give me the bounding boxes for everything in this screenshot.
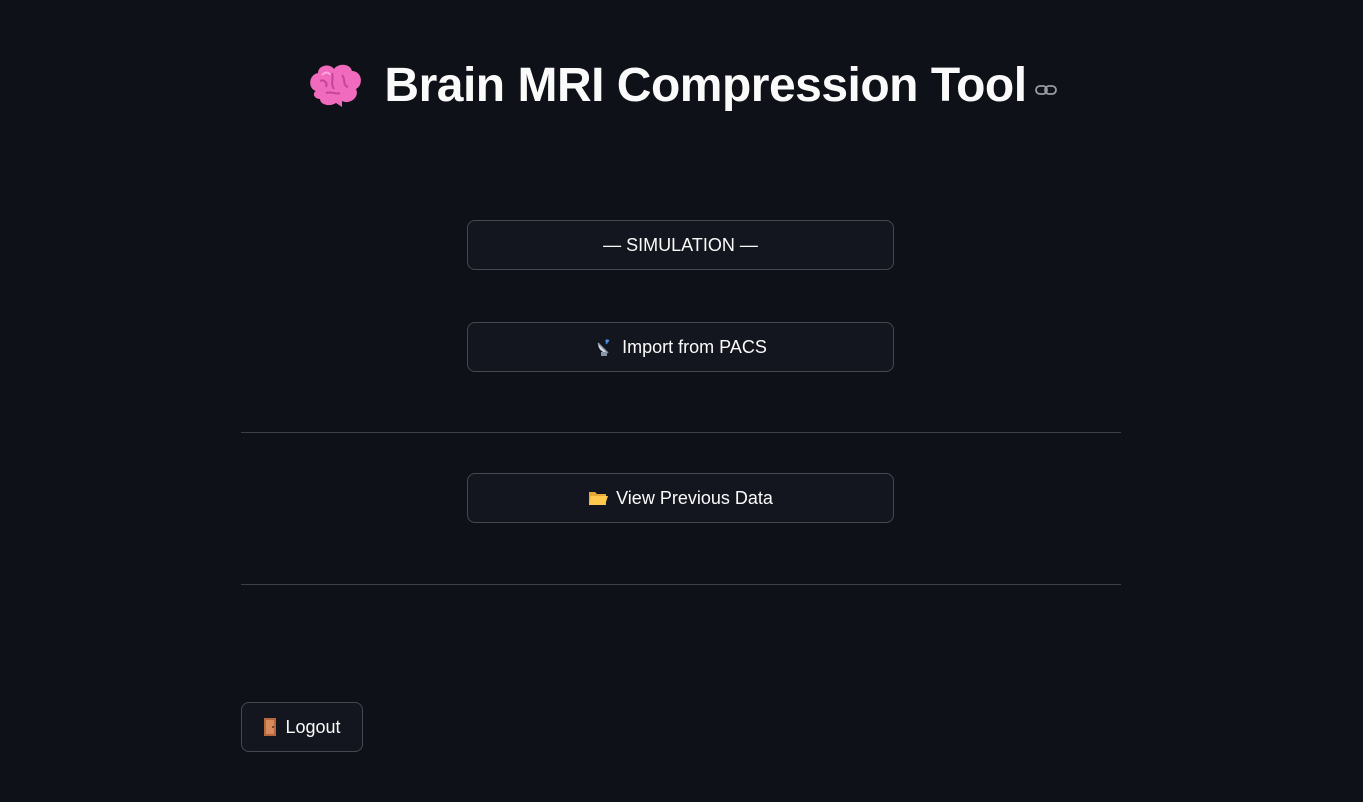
view-previous-data-button[interactable]: View Previous Data <box>467 473 894 523</box>
divider <box>241 584 1121 585</box>
door-icon <box>263 717 277 737</box>
page-title: Brain MRI Compression Tool <box>384 59 1027 112</box>
logout-label: Logout <box>285 716 341 737</box>
link-icon[interactable] <box>1034 83 1057 97</box>
simulation-button-label: — SIMULATION — <box>603 234 758 255</box>
simulation-button[interactable]: — SIMULATION — <box>467 220 894 270</box>
folder-icon <box>588 489 609 507</box>
satellite-dish-icon <box>594 337 614 357</box>
import-from-pacs-button[interactable]: Import from PACS <box>467 322 894 372</box>
divider <box>241 432 1121 433</box>
logout-button[interactable]: Logout <box>241 702 363 752</box>
brain-icon <box>306 61 364 111</box>
import-from-pacs-label: Import from PACS <box>622 336 767 357</box>
view-previous-data-label: View Previous Data <box>616 487 773 508</box>
page-header: Brain MRI Compression Tool <box>0 58 1363 113</box>
app-page: Brain MRI Compression Tool — SIMULATION … <box>0 0 1363 802</box>
